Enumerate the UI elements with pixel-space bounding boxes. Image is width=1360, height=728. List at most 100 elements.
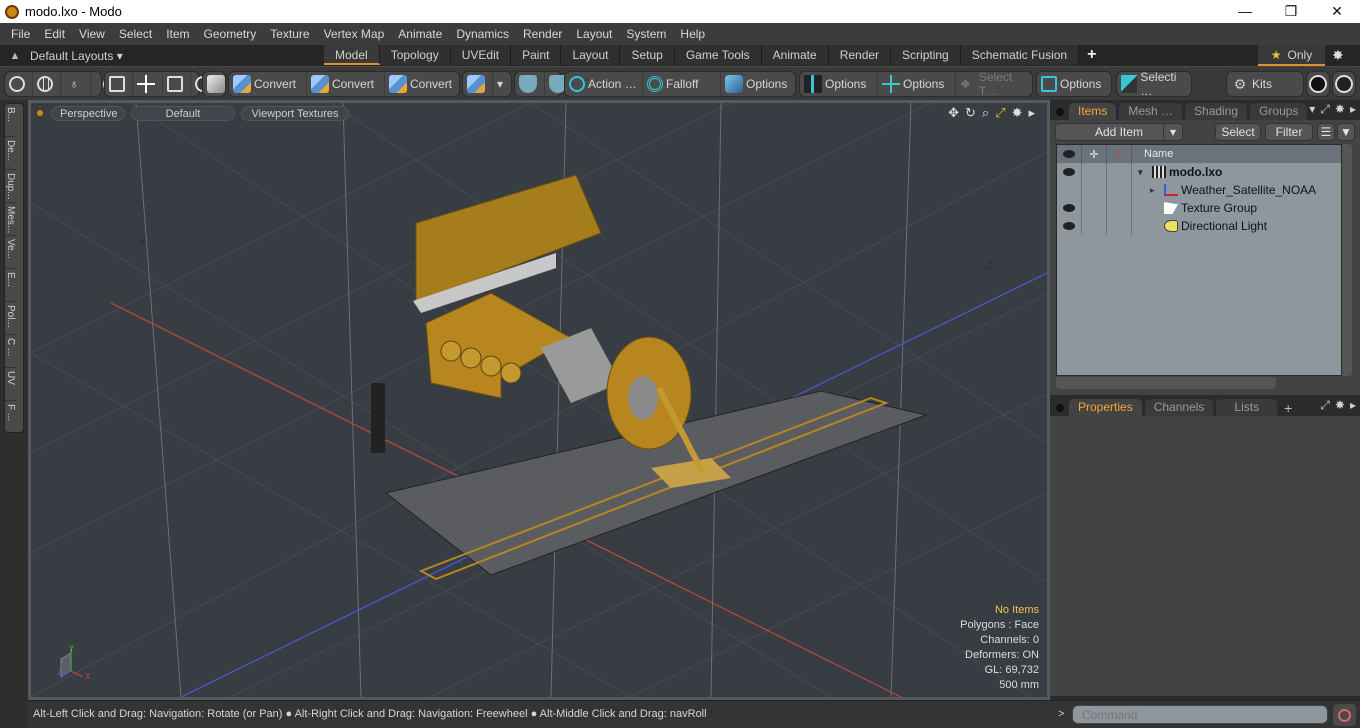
left-tab-curve[interactable]: C ...: [5, 335, 16, 368]
layout-tab-render[interactable]: Render: [828, 45, 892, 65]
lock-column-icon[interactable]: ✛: [1082, 145, 1107, 163]
unreal-button[interactable]: [1332, 71, 1356, 97]
only-toggle[interactable]: ★ Only: [1258, 45, 1325, 66]
add-layout-tab-button[interactable]: +: [1079, 45, 1104, 66]
items-horizontal-scrollbar[interactable]: [1056, 377, 1276, 389]
kits-button[interactable]: ⚙ Kits: [1227, 72, 1276, 96]
tab-groups[interactable]: Groups: [1250, 103, 1308, 120]
pen-tool-button[interactable]: ♁: [61, 72, 91, 96]
add-tab-button[interactable]: +: [1284, 400, 1292, 416]
tab-channels[interactable]: Channels: [1144, 399, 1214, 416]
item-row-scene[interactable]: ▾ modo.lxo: [1057, 163, 1341, 181]
menu-system[interactable]: System: [619, 27, 673, 41]
menu-layout[interactable]: Layout: [569, 27, 619, 41]
symmetry-button[interactable]: [515, 72, 545, 96]
maximize-view-icon[interactable]: ⤢: [995, 105, 1005, 121]
menu-geometry[interactable]: Geometry: [197, 27, 264, 41]
cube-dropdown-button[interactable]: ▾: [493, 72, 507, 96]
convert-button-3[interactable]: Convert: [385, 72, 459, 96]
options-button-3[interactable]: Options: [878, 72, 956, 96]
left-tab-uv[interactable]: UV: [5, 368, 16, 401]
move-view-icon[interactable]: ✥: [948, 105, 959, 121]
tabs-dropdown-icon[interactable]: ▾: [1309, 102, 1315, 117]
uv-mode-button[interactable]: [133, 72, 163, 96]
panel-dot-icon[interactable]: [1056, 404, 1064, 412]
left-tab-mesh-edit[interactable]: Mes...: [5, 203, 16, 236]
visibility-toggle[interactable]: [1057, 163, 1082, 181]
tab-lists[interactable]: Lists: [1216, 399, 1278, 416]
menu-file[interactable]: File: [4, 27, 37, 41]
gear-icon[interactable]: ✸: [1332, 47, 1344, 64]
perspective-dropdown[interactable]: Perspective: [51, 105, 125, 121]
command-input[interactable]: [1072, 705, 1328, 724]
action-center-button[interactable]: Action …: [565, 72, 643, 96]
viewport-textures-dropdown[interactable]: Viewport Textures: [241, 105, 349, 121]
menu-dynamics[interactable]: Dynamics: [449, 27, 516, 41]
close-button[interactable]: ✕: [1314, 0, 1360, 23]
options-button-1[interactable]: Options: [721, 72, 795, 96]
vertices-mode-button[interactable]: [5, 72, 33, 96]
panel-gear-icon[interactable]: ✸: [1335, 398, 1345, 413]
collapse-up-icon[interactable]: ▲: [0, 50, 30, 62]
select-through-button[interactable]: ❖ Select T…: [956, 70, 1032, 98]
viewport-settings-icon[interactable]: ✸: [1012, 105, 1023, 121]
layout-tab-model[interactable]: Model: [324, 45, 380, 65]
panel-gear-icon[interactable]: ✸: [1335, 102, 1345, 117]
shading-dropdown[interactable]: Default: [131, 105, 235, 121]
viewport-more-icon[interactable]: ▸: [1028, 105, 1035, 121]
panel-more-icon[interactable]: ▸: [1350, 102, 1356, 117]
filter-button[interactable]: Filter: [1265, 123, 1313, 141]
layout-tab-paint[interactable]: Paint: [511, 45, 562, 65]
convert-button-1[interactable]: Convert: [229, 72, 307, 96]
expand-panel-icon[interactable]: ⤢: [1320, 398, 1330, 413]
items-mode-button[interactable]: [105, 72, 133, 96]
panel-dot-icon[interactable]: [1056, 108, 1064, 116]
maximize-button[interactable]: ❐: [1268, 0, 1314, 23]
item-row-directional-light[interactable]: Directional Light: [1057, 217, 1341, 235]
globe-mode-button[interactable]: [33, 72, 61, 96]
tab-items[interactable]: Items: [1069, 103, 1117, 120]
left-tab-vertex[interactable]: Ve...: [5, 236, 16, 269]
expand-panel-icon[interactable]: ⤢: [1320, 102, 1330, 117]
menu-select[interactable]: Select: [112, 27, 159, 41]
panel-more-icon[interactable]: ▸: [1350, 398, 1356, 413]
layout-tab-scripting[interactable]: Scripting: [891, 45, 961, 65]
left-tab-polygon[interactable]: Pol...: [5, 302, 16, 335]
unity-button[interactable]: [1306, 71, 1330, 97]
rotate-view-icon[interactable]: ↻: [965, 105, 976, 121]
cube-tool-button[interactable]: [463, 72, 493, 96]
falloff-button[interactable]: Falloff: [643, 72, 721, 96]
selection-sets-button[interactable]: Selecti …: [1117, 70, 1191, 98]
convert-button-2[interactable]: Convert: [307, 72, 385, 96]
menu-render[interactable]: Render: [516, 27, 569, 41]
menu-help[interactable]: Help: [673, 27, 712, 41]
polygons-mode-button[interactable]: [163, 72, 191, 96]
menu-edit[interactable]: Edit: [37, 27, 72, 41]
expand-arrow-icon[interactable]: ▾: [1138, 167, 1152, 178]
zoom-view-icon[interactable]: ⌕: [982, 105, 989, 121]
layout-tab-setup[interactable]: Setup: [620, 45, 675, 65]
name-column-header[interactable]: Name: [1132, 145, 1173, 163]
left-tab-edge[interactable]: E...: [5, 269, 16, 302]
layout-tab-uvedit[interactable]: UVEdit: [450, 45, 512, 65]
left-tab-deform[interactable]: De...: [5, 137, 16, 170]
add-item-dropdown[interactable]: ▾: [1163, 123, 1183, 141]
menu-animate[interactable]: Animate: [391, 27, 449, 41]
tab-mesh[interactable]: Mesh …: [1119, 103, 1183, 120]
default-layouts-dropdown[interactable]: Default Layouts ▾: [30, 49, 320, 63]
menu-view[interactable]: View: [72, 27, 112, 41]
locator-column-icon[interactable]: ⅄: [1107, 145, 1132, 163]
menu-vertex-map[interactable]: Vertex Map: [317, 27, 392, 41]
visibility-toggle[interactable]: [1057, 217, 1082, 235]
list-options-icon[interactable]: ☰: [1317, 123, 1335, 141]
items-vertical-scrollbar[interactable]: [1342, 144, 1352, 376]
filter-funnel-icon[interactable]: ▼: [1337, 123, 1355, 141]
layout-tab-game-tools[interactable]: Game Tools: [674, 45, 762, 65]
minimize-button[interactable]: —: [1222, 0, 1268, 23]
visibility-column-icon[interactable]: [1057, 145, 1082, 163]
left-tab-fusion[interactable]: F ...: [5, 401, 16, 434]
layout-tab-layout[interactable]: Layout: [561, 45, 621, 65]
item-row-texture-group[interactable]: Texture Group: [1057, 199, 1341, 217]
menu-texture[interactable]: Texture: [263, 27, 316, 41]
visibility-toggle[interactable]: [1057, 199, 1082, 217]
